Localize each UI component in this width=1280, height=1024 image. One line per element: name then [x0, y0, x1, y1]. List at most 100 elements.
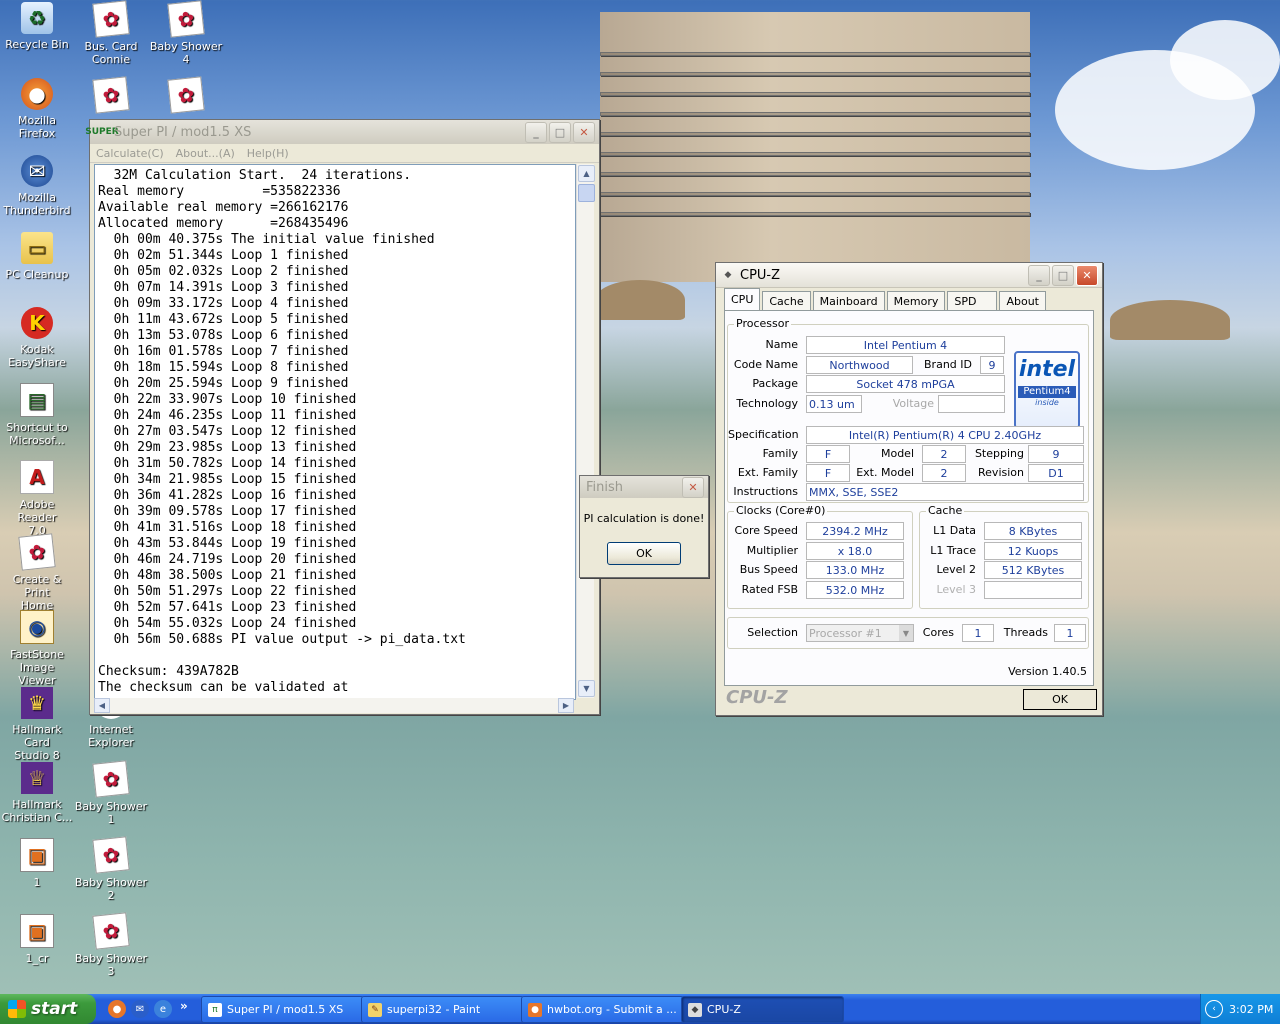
taskbar-item[interactable]: ◆ CPU-Z — [681, 996, 844, 1023]
clock[interactable]: 3:02 PM — [1229, 1003, 1273, 1016]
tab-about[interactable]: About — [999, 291, 1046, 310]
image-file-icon: ▣ — [20, 914, 54, 948]
desktop-icon[interactable]: ♻ Recycle Bin — [0, 2, 74, 51]
desktop-icon-label: Baby Shower 2 — [74, 876, 148, 902]
finish-titlebar[interactable]: Finish ✕ — [580, 476, 708, 498]
menu-about[interactable]: About...(A) — [176, 147, 235, 160]
menu-help[interactable]: Help(H) — [247, 147, 289, 160]
scroll-left-icon[interactable]: ◀ — [94, 698, 110, 713]
level2-value: 512 KBytes — [984, 561, 1082, 579]
desktop-icon[interactable]: ✿ Baby Shower 3 — [74, 912, 148, 978]
scroll-thumb[interactable] — [578, 184, 595, 202]
scroll-down-icon[interactable]: ▼ — [578, 680, 595, 697]
stepping-label: Stepping — [974, 447, 1024, 460]
model-label: Model — [880, 447, 914, 460]
desktop-icon[interactable]: ✿ Bus. Card Connie — [74, 0, 148, 66]
corespeed-label: Core Speed — [734, 524, 798, 537]
threads-value: 1 — [1054, 624, 1086, 642]
desktop-icon[interactable]: ♕ Hallmark Christian C... — [0, 762, 74, 824]
desktop-icon[interactable]: ▣ 1_cr — [0, 914, 74, 965]
maximize-button[interactable]: □ — [1052, 264, 1074, 286]
stepping-value: 9 — [1028, 445, 1084, 463]
output-line: 0h 05m 02.032s Loop 2 finished — [98, 264, 349, 279]
vertical-scrollbar[interactable]: ▲ ▼ — [576, 164, 595, 698]
horizontal-scrollbar[interactable]: ◀ ▶ — [94, 698, 574, 713]
taskbar-item[interactable]: ✎ superpi32 - Paint — [361, 996, 524, 1023]
voltage-value — [938, 395, 1005, 413]
tab-cache[interactable]: Cache — [762, 291, 811, 310]
close-button[interactable]: ✕ — [1076, 264, 1098, 286]
start-button[interactable]: start — [0, 994, 96, 1024]
cpu-tab-panel: Processor Name Intel Pentium 4 Code Name… — [724, 310, 1094, 686]
desktop-icon-label: Hallmark Card Studio 8 — [12, 723, 62, 762]
thunderbird-icon[interactable]: ✉ — [131, 1000, 149, 1018]
menu-calculate[interactable]: Calculate(C) — [96, 147, 164, 160]
desktop-icon[interactable]: ✿ — [149, 76, 223, 116]
desktop-icon-label: Bus. Card Connie — [84, 40, 138, 66]
desktop-icon[interactable]: ▤ Shortcut to Microsof... — [0, 383, 74, 447]
taskbar-item[interactable]: ● hwbot.org - Submit a ... — [521, 996, 684, 1023]
tab-memory[interactable]: Memory — [886, 291, 946, 310]
desktop-icon-label: Mozilla Firefox — [18, 114, 56, 140]
group-label: Clocks (Core#0) — [734, 504, 828, 517]
maximize-button[interactable]: □ — [549, 121, 571, 143]
tab-mainboard[interactable]: Mainboard — [812, 291, 885, 310]
spec-value: Intel(R) Pentium(R) 4 CPU 2.40GHz — [806, 426, 1084, 444]
superpi-window[interactable]: SUPER Super PI / mod1.5 XS _ □ ✕ Calcula… — [85, 119, 600, 715]
extfamily-value: F — [806, 464, 850, 482]
desktop-icon[interactable]: ◉ FastStone Image Viewer — [0, 610, 74, 687]
ok-button[interactable]: OK — [1023, 689, 1097, 710]
chevron-left-icon[interactable]: ‹ — [1205, 1000, 1223, 1018]
output-console[interactable]: 32M Calculation Start. 24 iterations. Rea… — [94, 164, 576, 700]
rose-doc-icon: ✿ — [18, 533, 56, 571]
internet-explorer-icon[interactable]: e — [154, 1000, 172, 1018]
beach-umbrella — [595, 280, 685, 320]
minimize-button[interactable]: _ — [1028, 264, 1050, 286]
rose-doc-icon: ✿ — [167, 76, 205, 114]
image-file-icon: ▣ — [20, 838, 54, 872]
minimize-button[interactable]: _ — [525, 121, 547, 143]
close-button[interactable]: ✕ — [573, 121, 595, 143]
desktop-icon[interactable]: ✉ Mozilla Thunderbird — [0, 155, 74, 217]
chevron-right-icon[interactable]: » — [180, 999, 188, 1013]
superpi-titlebar[interactable]: SUPER Super PI / mod1.5 XS _ □ ✕ — [85, 120, 599, 144]
desktop-icon[interactable]: A Adobe Reader 7.0 — [0, 460, 74, 537]
faststone-icon: ◉ — [20, 610, 54, 644]
desktop-icon-label: Baby Shower 3 — [74, 952, 148, 978]
cpuz-titlebar[interactable]: ◆ CPU-Z _ □ ✕ — [716, 263, 1102, 288]
ok-button[interactable]: OK — [607, 542, 681, 565]
desktop-icon[interactable]: ✿ Baby Shower 4 — [149, 0, 223, 66]
desktop-icon[interactable]: ♛ Hallmark Card Studio 8 — [0, 687, 74, 762]
inside-label: inside — [1035, 398, 1059, 407]
desktop-icon-label: 1_cr — [25, 952, 49, 965]
desktop-icon[interactable]: ▭ PC Cleanup — [0, 232, 74, 281]
desktop-icon[interactable]: ✿ Baby Shower 2 — [74, 836, 148, 902]
scroll-right-icon[interactable]: ▶ — [558, 698, 574, 713]
desktop-icon-label: Create & Print Home — [12, 573, 62, 612]
ratedfsb-value: 532.0 MHz — [806, 581, 904, 599]
family-label: Family — [762, 447, 798, 460]
output-line: 0h 02m 51.344s Loop 1 finished — [98, 248, 349, 263]
output-line: 32M Calculation Start. 24 iterations. — [98, 168, 412, 183]
codename-value: Northwood — [806, 356, 913, 374]
tab-spd[interactable]: SPD — [947, 291, 998, 310]
desktop-icon[interactable]: ● Mozilla Firefox — [0, 78, 74, 140]
taskbar-item-label: Super PI / mod1.5 XS — [227, 1003, 344, 1016]
taskbar-item[interactable]: π Super PI / mod1.5 XS — [201, 996, 364, 1023]
desktop-icon[interactable]: ✿ — [74, 76, 148, 116]
paint-icon: ✎ — [368, 1002, 382, 1017]
adobe-reader-icon: A — [20, 460, 54, 494]
desktop-icon[interactable]: K Kodak EasyShare — [0, 307, 74, 369]
desktop-icon[interactable]: ✿ Create & Print Home — [0, 533, 74, 612]
processor-select[interactable]: Processor #1 ▼ — [806, 624, 914, 642]
desktop-icon[interactable]: ✿ Baby Shower 1 — [74, 760, 148, 826]
firefox-icon[interactable]: ● — [108, 1000, 126, 1018]
cpuz-window[interactable]: ◆ CPU-Z _ □ ✕ CPU Cache Mainboard Memory… — [715, 262, 1103, 716]
desktop-icon[interactable]: ▣ 1 — [0, 838, 74, 889]
name-value: Intel Pentium 4 — [806, 336, 1005, 354]
scroll-up-icon[interactable]: ▲ — [578, 165, 595, 182]
close-button[interactable]: ✕ — [682, 476, 704, 498]
finish-dialog[interactable]: Finish ✕ PI calculation is done! OK — [579, 475, 709, 578]
codename-label: Code Name — [733, 358, 798, 371]
tab-cpu[interactable]: CPU — [724, 288, 761, 310]
